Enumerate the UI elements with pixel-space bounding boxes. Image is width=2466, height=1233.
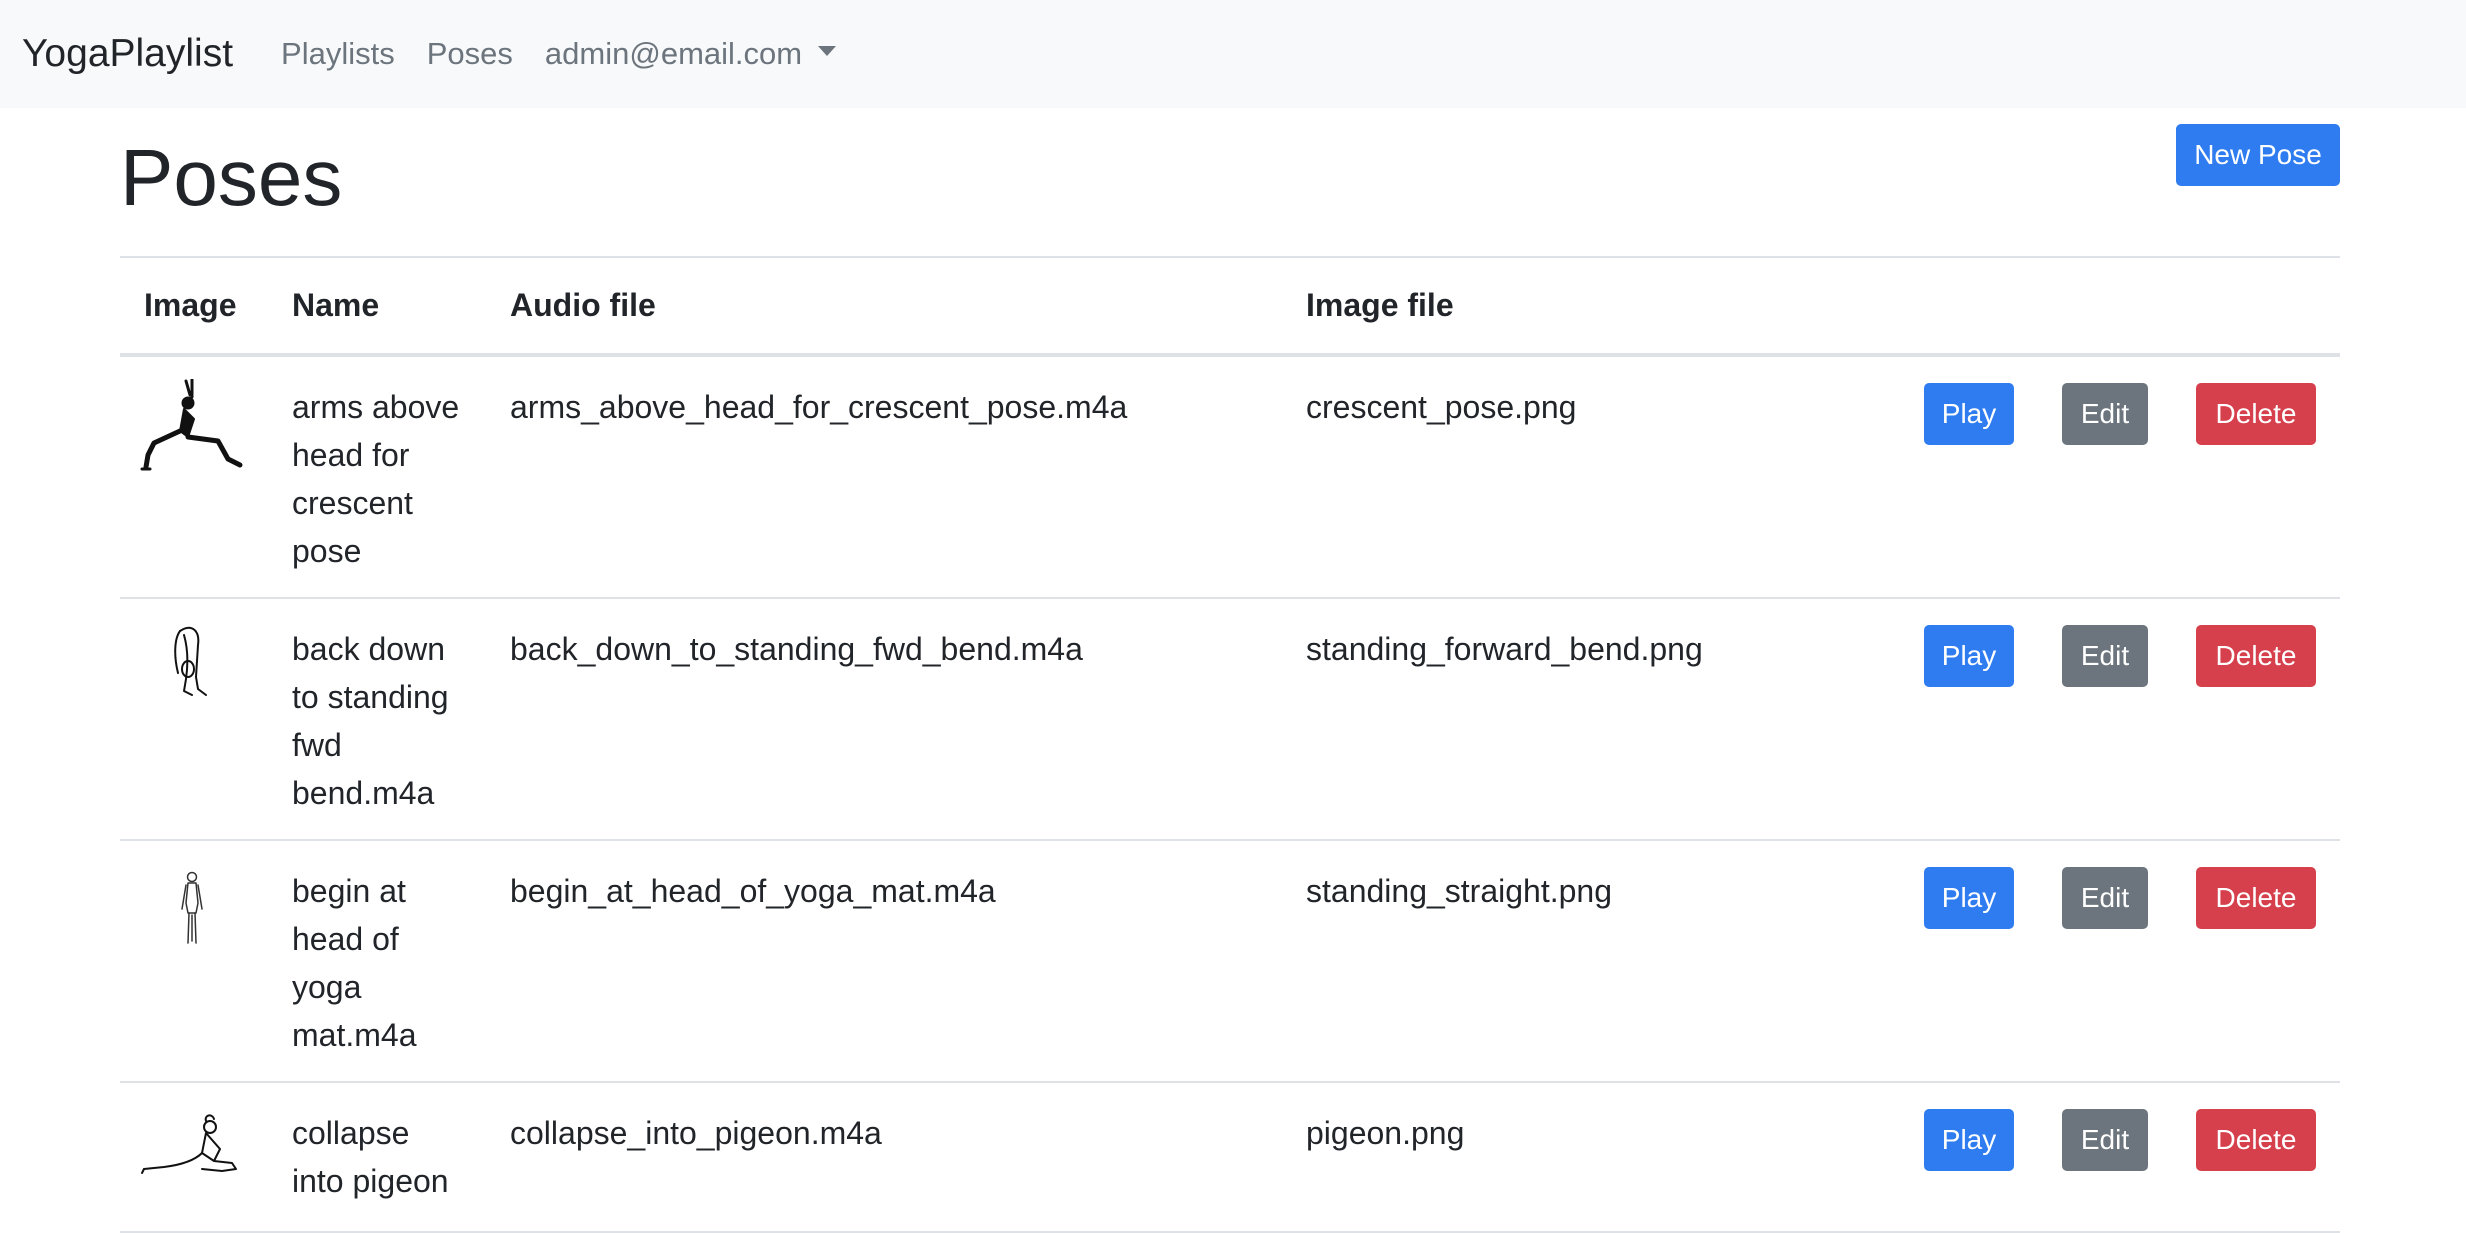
table-row: begin at head of yoga mat.m4a begin_at_h… (120, 840, 2340, 1083)
pose-audio-file: back_down_to_standing_fwd_bend.m4a (486, 598, 1282, 841)
table-row: back down to standing fwd bend.m4a back_… (120, 598, 2340, 841)
user-menu-dropdown[interactable]: admin@email.com (544, 36, 837, 72)
main-container: Poses New Pose Image Name Audio file Ima… (120, 108, 2340, 1233)
pose-name: begin at head of yoga mat.m4a (268, 840, 486, 1083)
standing-straight-icon (181, 871, 203, 944)
play-button[interactable]: Play (1924, 867, 2014, 929)
page-title: Poses (120, 133, 343, 222)
pose-audio-file: begin_at_head_of_yoga_mat.m4a (486, 840, 1282, 1083)
user-menu-label: admin@email.com (544, 36, 803, 71)
delete-button[interactable]: Delete (2196, 1109, 2316, 1171)
play-button[interactable]: Play (1924, 1109, 2014, 1171)
navbar: YogaPlaylist Playlists Poses admin@email… (0, 0, 2466, 108)
pose-name: arms above head for crescent pose (268, 355, 486, 599)
pose-image-cell (120, 1082, 268, 1233)
pose-image-file: standing_straight.png (1282, 840, 1898, 1083)
pose-image-file: standing_forward_bend.png (1282, 598, 1898, 841)
pose-image-file: crescent_pose.png (1282, 355, 1898, 599)
pose-image-cell (120, 598, 268, 841)
new-pose-button[interactable]: New Pose (2176, 124, 2340, 186)
brand-link[interactable]: YogaPlaylist (22, 32, 233, 76)
table-row: collapse into pigeon collapse_into_pigeo… (120, 1082, 2340, 1233)
edit-button[interactable]: Edit (2062, 625, 2148, 687)
play-button[interactable]: Play (1924, 383, 2014, 445)
delete-button[interactable]: Delete (2196, 625, 2316, 687)
nav-link-poses[interactable]: Poses (427, 36, 513, 72)
header-actions (1898, 256, 2340, 357)
pose-actions-cell: Play Edit Delete (1898, 598, 2340, 841)
edit-button[interactable]: Edit (2062, 1109, 2148, 1171)
pose-name: collapse into pigeon (268, 1082, 486, 1233)
pose-image-cell (120, 840, 268, 1083)
chevron-down-icon (818, 46, 837, 56)
crescent-pose-icon (140, 379, 243, 471)
header-name: Name (268, 256, 486, 357)
pose-audio-file: arms_above_head_for_crescent_pose.m4a (486, 355, 1282, 599)
header-audio-file: Audio file (486, 256, 1282, 357)
pose-name: back down to standing fwd bend.m4a (268, 598, 486, 841)
pose-actions-cell: Play Edit Delete (1898, 1082, 2340, 1233)
pose-image-file: pigeon.png (1282, 1082, 1898, 1233)
edit-button[interactable]: Edit (2062, 867, 2148, 929)
edit-button[interactable]: Edit (2062, 383, 2148, 445)
poses-table: Image Name Audio file Image file arms ab… (120, 256, 2340, 1233)
pose-actions-cell: Play Edit Delete (1898, 355, 2340, 599)
pose-actions-cell: Play Edit Delete (1898, 840, 2340, 1083)
table-row: arms above head for crescent pose arms_a… (120, 355, 2340, 599)
nav-link-playlists[interactable]: Playlists (281, 36, 395, 72)
pigeon-pose-icon (141, 1114, 237, 1174)
pose-audio-file: collapse_into_pigeon.m4a (486, 1082, 1282, 1233)
delete-button[interactable]: Delete (2196, 867, 2316, 929)
pose-image-cell (120, 355, 268, 599)
play-button[interactable]: Play (1924, 625, 2014, 687)
header-image: Image (120, 256, 268, 357)
standing-forward-bend-icon (174, 626, 207, 696)
delete-button[interactable]: Delete (2196, 383, 2316, 445)
header-image-file: Image file (1282, 256, 1898, 357)
table-header-row: Image Name Audio file Image file (120, 256, 2340, 357)
